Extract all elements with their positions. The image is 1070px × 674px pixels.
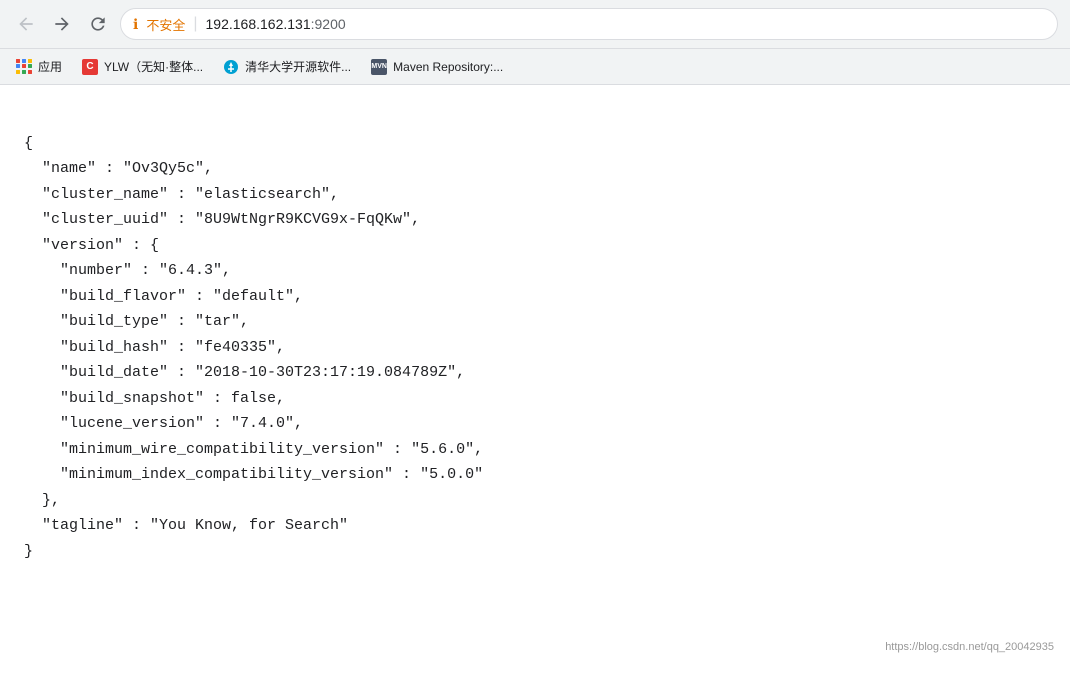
json-line-13: "minimum_wire_compatibility_version" : "… — [24, 441, 483, 458]
json-line-1: { — [24, 135, 33, 152]
json-line-4: "cluster_uuid" : "8U9WtNgrR9KCVG9x-FqQKw… — [24, 211, 420, 228]
json-line-3: "cluster_name" : "elasticsearch", — [24, 186, 339, 203]
maven-icon: MVN — [371, 59, 387, 75]
json-line-7: "build_flavor" : "default", — [24, 288, 303, 305]
bookmark-tsinghua-label: 清华大学开源软件... — [245, 58, 351, 75]
tsinghua-icon — [223, 59, 239, 75]
back-button[interactable] — [12, 10, 40, 38]
json-line-17: } — [24, 543, 33, 560]
address-bar[interactable]: ℹ 不安全 | 192.168.162.131:9200 — [120, 8, 1058, 40]
bookmark-tsinghua[interactable]: 清华大学开源软件... — [215, 54, 359, 79]
ylw-icon: C — [82, 59, 98, 75]
nav-bar: ℹ 不安全 | 192.168.162.131:9200 — [0, 0, 1070, 48]
bookmark-apps[interactable]: 应用 — [8, 54, 70, 79]
json-line-6: "number" : "6.4.3", — [24, 262, 231, 279]
json-display: { "name" : "Ov3Qy5c", "cluster_name" : "… — [24, 105, 1046, 590]
watermark: https://blog.csdn.net/qq_20042935 — [885, 641, 1054, 653]
bookmark-ylw-label: YLW（无知·整体... — [104, 58, 203, 75]
bookmark-maven[interactable]: MVN Maven Repository:... — [363, 55, 511, 79]
json-line-16: "tagline" : "You Know, for Search" — [24, 517, 348, 534]
bookmark-maven-label: Maven Repository:... — [393, 60, 503, 74]
url-separator: | — [193, 15, 197, 33]
url-host: 192.168.162.131 — [206, 16, 311, 32]
refresh-button[interactable] — [84, 10, 112, 38]
bookmark-apps-label: 应用 — [38, 58, 62, 75]
json-line-11: "build_snapshot" : false, — [24, 390, 285, 407]
security-text: 不安全 — [146, 15, 185, 34]
apps-icon — [16, 59, 32, 75]
json-line-10: "build_date" : "2018-10-30T23:17:19.0847… — [24, 364, 465, 381]
security-icon: ℹ — [133, 16, 138, 33]
url-text: 192.168.162.131:9200 — [206, 16, 346, 32]
json-line-8: "build_type" : "tar", — [24, 313, 249, 330]
bookmarks-bar: 应用 C YLW（无知·整体... 清华大学开源软件... MVN Maven … — [0, 48, 1070, 84]
json-line-12: "lucene_version" : "7.4.0", — [24, 415, 303, 432]
browser-chrome: ℹ 不安全 | 192.168.162.131:9200 应用 — [0, 0, 1070, 85]
json-line-2: "name" : "Ov3Qy5c", — [24, 160, 213, 177]
page-content: { "name" : "Ov3Qy5c", "cluster_name" : "… — [0, 85, 1070, 665]
json-line-5: "version" : { — [24, 237, 159, 254]
bookmark-ylw[interactable]: C YLW（无知·整体... — [74, 54, 211, 79]
json-line-15: }, — [24, 492, 60, 509]
json-line-9: "build_hash" : "fe40335", — [24, 339, 285, 356]
forward-button[interactable] — [48, 10, 76, 38]
url-port: :9200 — [311, 16, 346, 32]
json-line-14: "minimum_index_compatibility_version" : … — [24, 466, 483, 483]
